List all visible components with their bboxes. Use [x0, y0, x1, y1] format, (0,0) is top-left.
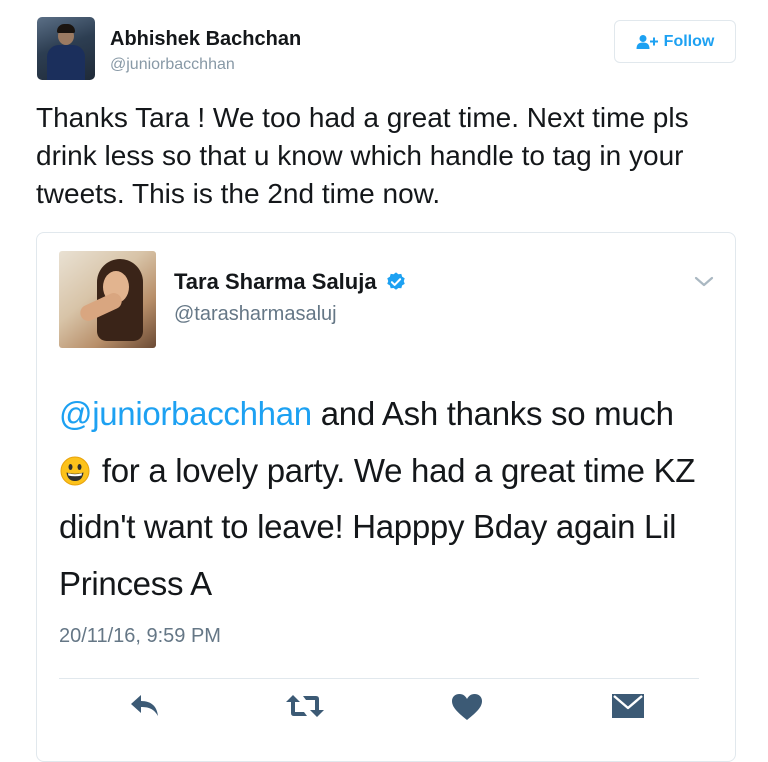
- divider: [59, 678, 699, 679]
- retweet-icon: [286, 695, 324, 717]
- quoted-author-avatar[interactable]: [59, 251, 156, 348]
- chevron-down-icon[interactable]: [693, 275, 715, 289]
- quoted-tweet-card[interactable]: Tara Sharma Saluja @tarasharmasaluj @jun…: [36, 232, 736, 762]
- quoted-author-handle[interactable]: @tarasharmasaluj: [174, 303, 337, 326]
- reply-icon: [131, 695, 158, 716]
- quoted-text-part2: for a lovely party. We had a great time …: [59, 451, 696, 602]
- quoted-tweet-text: @juniorbacchhan and Ash thanks so much f…: [59, 386, 699, 612]
- tweet-text: Thanks Tara ! We too had a great time. N…: [36, 102, 689, 209]
- author-avatar[interactable]: [37, 17, 95, 80]
- quoted-author-name[interactable]: Tara Sharma Saluja: [174, 269, 377, 295]
- like-icon: [452, 694, 482, 720]
- verified-badge-icon: [386, 272, 405, 290]
- quoted-author-name-row[interactable]: Tara Sharma Saluja: [174, 269, 407, 295]
- grinning-face-emoji-icon: [60, 456, 90, 485]
- direct-message-icon: [612, 694, 644, 718]
- retweet-button[interactable]: [285, 693, 325, 719]
- mention-link[interactable]: @juniorbacchhan: [59, 395, 312, 432]
- reply-button[interactable]: [129, 693, 161, 719]
- timestamp[interactable]: 20/11/16, 9:59 PM: [59, 625, 221, 648]
- follow-label: Follow: [663, 32, 715, 50]
- quoted-text-part1: and Ash thanks so much: [311, 395, 674, 432]
- person-add-icon: [636, 34, 658, 49]
- author-name[interactable]: Abhishek Bachchan: [110, 28, 301, 51]
- follow-button[interactable]: Follow: [614, 20, 736, 63]
- author-handle[interactable]: @juniorbacchhan: [110, 56, 235, 74]
- direct-message-button[interactable]: [611, 693, 645, 719]
- like-button[interactable]: [451, 693, 483, 721]
